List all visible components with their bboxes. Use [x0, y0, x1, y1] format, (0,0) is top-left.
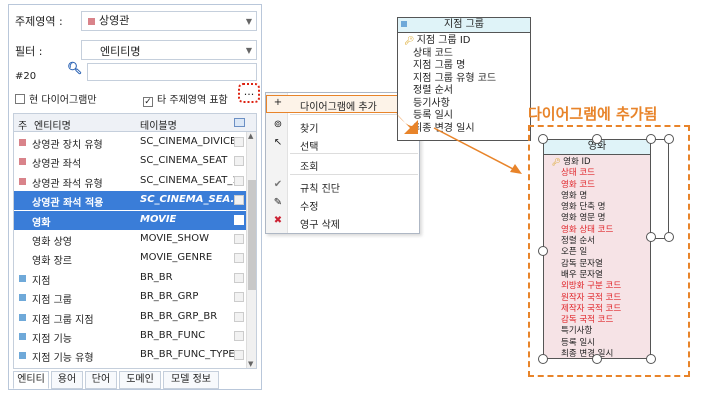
entity-attribute: 영화 상태 코드	[561, 224, 614, 235]
resize-handle[interactable]	[592, 354, 602, 364]
primary-key-attribute: 🔑︎ 영화 ID	[552, 157, 591, 167]
resize-handle[interactable]	[664, 232, 674, 242]
resize-handle[interactable]	[646, 232, 656, 242]
entity-attribute: 외방화 구분 코드	[561, 281, 622, 292]
resize-handle[interactable]	[538, 354, 548, 364]
entity-attribute: 영화 영문 명	[561, 213, 606, 224]
resize-handle[interactable]	[646, 354, 656, 364]
resize-handle[interactable]	[664, 134, 674, 144]
entity-attribute: 상태 코드	[561, 168, 595, 179]
callout-line	[433, 127, 516, 171]
entity-attribute: 영화 코드	[561, 179, 595, 190]
entity-attribute: 영화 명	[561, 190, 588, 201]
entity-attribute: 영화 단축 명	[561, 202, 606, 213]
key-icon: 🔑︎	[552, 158, 564, 166]
added-to-diagram-label: 다이어그램에 추가됨	[528, 105, 658, 123]
entity-shadow	[651, 139, 669, 239]
resize-handle[interactable]	[538, 134, 548, 144]
resize-handle[interactable]	[646, 134, 656, 144]
entity-attribute: 배우 문자열	[561, 269, 603, 280]
resize-handle[interactable]	[592, 134, 602, 144]
entity-attribute: 오픈 일	[561, 247, 588, 258]
resize-handle[interactable]	[538, 246, 548, 256]
pointer-arrow-icon	[395, 112, 418, 134]
entity-attribute: 등록 일시	[561, 337, 595, 348]
movie-entity[interactable]: 영화 🔑︎ 영화 ID 상태 코드 영화 코드 영화 명 영화 단축 명 영화 영문 명영…	[543, 139, 651, 359]
entity-attribute: 정렬 순서	[561, 236, 595, 247]
entity-attribute: 특기사항	[561, 326, 593, 337]
entity-attribute: 원작자 국적 코드	[561, 292, 622, 303]
entity-attribute: 감독 문자열	[561, 258, 603, 269]
entity-attribute: 감독 국적 코드	[561, 315, 614, 326]
entity-attribute: 제작자 국적 코드	[561, 303, 622, 314]
